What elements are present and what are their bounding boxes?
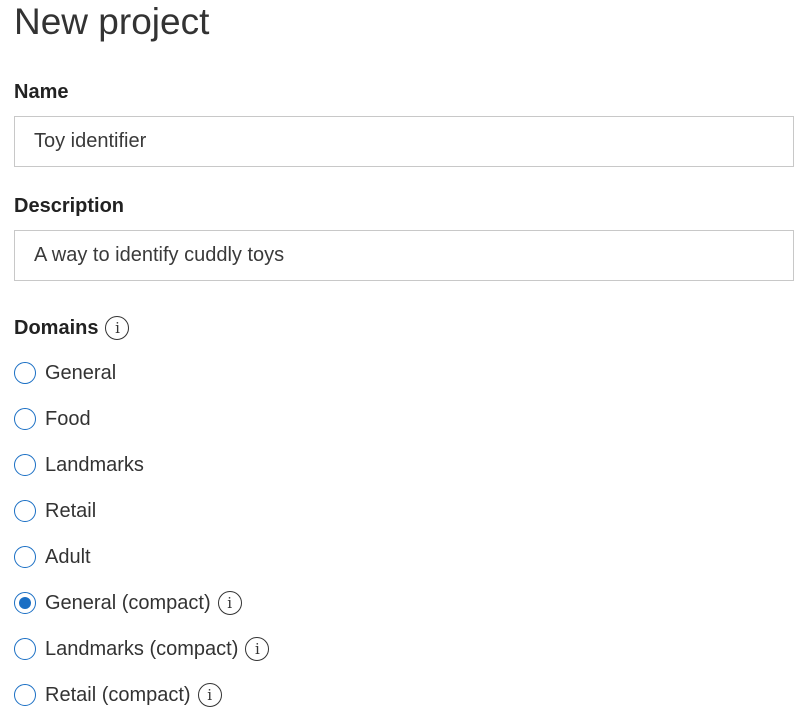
info-icon[interactable]: i [217,591,242,615]
radio-button[interactable] [14,408,36,430]
domain-option-retail[interactable]: Retail [14,497,96,525]
domains-label: Domains i [14,314,130,342]
info-icon[interactable]: i [197,683,222,707]
domain-option-adult[interactable]: Adult [14,543,91,571]
info-icon[interactable]: i [245,637,270,661]
description-input[interactable] [14,230,794,281]
domain-option-retail-compact[interactable]: Retail (compact) i [14,681,222,709]
domain-option-general-compact[interactable]: General (compact) i [14,589,242,617]
domain-option-label: Food [45,407,91,430]
radio-button[interactable] [14,684,36,706]
radio-button[interactable] [14,362,36,384]
domain-option-label: General [45,361,117,384]
radio-button[interactable] [14,454,36,476]
domains-label-text: Domains [14,316,99,339]
name-input[interactable] [14,116,794,167]
domain-option-label: Landmarks [45,453,144,476]
page-title: New project [14,1,210,42]
name-label: Name [14,81,69,103]
description-label: Description [14,195,125,217]
domain-option-landmarks[interactable]: Landmarks [14,451,144,479]
domain-option-general[interactable]: General [14,359,116,387]
domain-option-label: Retail [45,499,97,522]
domain-option-label: Retail (compact) [45,683,191,706]
radio-button-selected[interactable] [14,592,36,614]
radio-button[interactable] [14,638,36,660]
domain-option-landmarks-compact[interactable]: Landmarks (compact) i [14,635,270,663]
domain-option-label: Adult [45,545,91,568]
domain-option-label: General (compact) [45,591,211,614]
domain-option-label: Landmarks (compact) [45,637,239,660]
info-icon[interactable]: i [105,316,130,340]
radio-button[interactable] [14,500,36,522]
radio-button[interactable] [14,546,36,568]
domain-option-food[interactable]: Food [14,405,91,433]
